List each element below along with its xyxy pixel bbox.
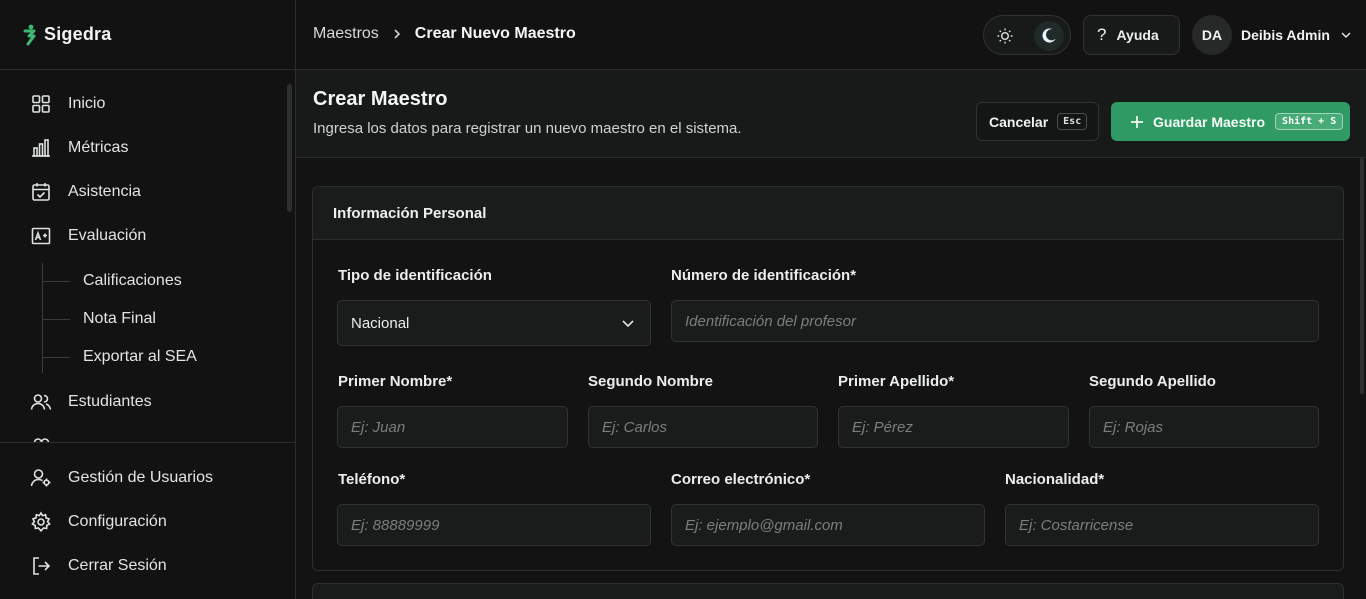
sidebar-scrollbar[interactable] — [287, 84, 292, 212]
plus-icon — [1131, 115, 1143, 128]
theme-toggle — [983, 15, 1071, 55]
id-number-input[interactable] — [671, 300, 1319, 342]
sidebar-item-cerrar-sesion[interactable]: Cerrar Sesión — [30, 554, 167, 578]
sidebar-item-label: Gestión de Usuarios — [68, 469, 213, 486]
logout-icon — [33, 557, 51, 575]
sidebar-item-gestion-usuarios[interactable]: Gestión de Usuarios — [30, 466, 213, 490]
sidebar-bottom: Gestión de Usuarios Configuración Cerrar… — [0, 442, 295, 599]
sun-icon — [997, 28, 1013, 44]
question-icon: ? — [1097, 25, 1107, 44]
topbar: Maestros Crear Nuevo Maestro ? Ayuda DA … — [296, 0, 1366, 70]
id-type-label: Tipo de identificación — [338, 267, 492, 284]
cancel-button[interactable]: Cancelar Esc — [976, 102, 1099, 141]
page-title: Crear Maestro — [313, 88, 448, 110]
chevron-right-icon — [394, 29, 400, 39]
bar-chart-icon — [32, 139, 50, 157]
breadcrumb-current: Crear Nuevo Maestro — [414, 25, 576, 42]
nationality-input[interactable] — [1005, 504, 1319, 546]
page-header: Crear Maestro Ingresa los datos para reg… — [296, 70, 1366, 158]
phone-input[interactable] — [337, 504, 651, 546]
id-type-select[interactable]: Nacional — [337, 300, 651, 346]
personal-info-card: Información Personal Tipo de identificac… — [312, 186, 1344, 571]
sidebar: Sigedra Inicio Métricas Asistencia Evalu… — [0, 0, 296, 599]
submenu-tick — [43, 318, 70, 320]
sidebar-item-label: Configuración — [68, 513, 167, 530]
help-label: Ayuda — [1116, 27, 1159, 43]
sidebar-item-configuracion[interactable]: Configuración — [30, 510, 167, 534]
section-title: Información Personal — [313, 187, 1343, 240]
grid-icon — [32, 95, 50, 113]
main-content: Crear Maestro Ingresa los datos para reg… — [296, 70, 1366, 599]
chevron-down-icon — [622, 320, 634, 328]
sidebar-item-estudiantes[interactable]: Estudiantes — [30, 390, 152, 414]
id-type-value: Nacional — [351, 314, 410, 332]
grade-icon — [31, 227, 51, 245]
save-label: Guardar Maestro — [1153, 113, 1266, 130]
first-last-name-input[interactable] — [838, 406, 1069, 448]
id-number-label: Número de identificación* — [671, 267, 857, 284]
second-name-input[interactable] — [588, 406, 818, 448]
sidebar-item-label: Asistencia — [68, 183, 141, 200]
sidebar-subitem-label: Nota Final — [83, 310, 156, 327]
breadcrumb-parent[interactable]: Maestros — [313, 25, 379, 43]
user-cog-icon — [30, 469, 51, 487]
sidebar-subitem-exportar-sea[interactable]: Exportar al SEA — [43, 346, 197, 368]
users-icon — [33, 438, 50, 442]
users-icon — [30, 394, 52, 410]
user-name: Deibis Admin — [1241, 27, 1330, 43]
user-menu[interactable]: DA Deibis Admin — [1192, 15, 1353, 55]
gear-icon — [31, 511, 51, 532]
save-shortcut: Shift + S — [1275, 113, 1344, 130]
help-button[interactable]: ? Ayuda — [1083, 15, 1180, 55]
sidebar-item-label: Estudiantes — [68, 393, 152, 410]
first-last-name-label: Primer Apellido* — [838, 373, 955, 390]
next-section-card — [312, 583, 1344, 599]
main-scrollbar[interactable] — [1360, 158, 1364, 394]
sidebar-item-asistencia[interactable]: Asistencia — [30, 180, 141, 204]
email-label: Correo electrónico* — [671, 471, 811, 488]
sidebar-subitem-nota-final[interactable]: Nota Final — [43, 308, 156, 330]
submenu-tick — [43, 280, 70, 282]
dark-theme-button[interactable] — [1034, 21, 1064, 51]
sidebar-subitem-label: Calificaciones — [83, 272, 182, 289]
first-name-label: Primer Nombre* — [338, 373, 453, 390]
nationality-label: Nacionalidad* — [1005, 471, 1105, 488]
moon-icon — [1042, 28, 1056, 43]
cancel-shortcut: Esc — [1057, 113, 1088, 130]
second-name-label: Segundo Nombre — [588, 373, 714, 390]
sidebar-item-label: Métricas — [68, 139, 129, 156]
sidebar-item-label: Inicio — [68, 95, 106, 112]
avatar: DA — [1192, 15, 1232, 55]
sidebar-nav: Inicio Métricas Asistencia Evaluación Ca… — [0, 70, 295, 442]
brand-name: Sigedra — [44, 24, 112, 44]
phone-label: Teléfono* — [338, 471, 406, 488]
sidebar-subitem-label: Exportar al SEA — [83, 348, 197, 365]
save-button[interactable]: Guardar Maestro Shift + S — [1111, 102, 1350, 141]
second-last-name-input[interactable] — [1089, 406, 1319, 448]
sidebar-item-metricas[interactable]: Métricas — [30, 136, 128, 160]
sidebar-item-partial[interactable] — [30, 434, 52, 442]
sidebar-item-inicio[interactable]: Inicio — [30, 92, 105, 116]
sigedra-logo-icon — [23, 24, 36, 45]
sidebar-item-label: Cerrar Sesión — [68, 557, 167, 574]
chevron-down-icon — [1341, 32, 1351, 39]
submenu-tick — [43, 356, 70, 358]
sidebar-subitem-calificaciones[interactable]: Calificaciones — [43, 270, 182, 292]
sidebar-item-evaluacion[interactable]: Evaluación — [30, 224, 146, 248]
brand[interactable]: Sigedra — [0, 0, 295, 70]
email-input[interactable] — [671, 504, 985, 546]
calendar-check-icon — [32, 183, 50, 201]
light-theme-button[interactable] — [990, 21, 1020, 51]
breadcrumb: Maestros Crear Nuevo Maestro — [313, 25, 576, 43]
cancel-label: Cancelar — [989, 113, 1049, 130]
page-subtitle: Ingresa los datos para registrar un nuev… — [313, 120, 742, 137]
first-name-input[interactable] — [337, 406, 568, 448]
second-last-name-label: Segundo Apellido — [1089, 373, 1216, 390]
sidebar-item-label: Evaluación — [68, 227, 147, 244]
